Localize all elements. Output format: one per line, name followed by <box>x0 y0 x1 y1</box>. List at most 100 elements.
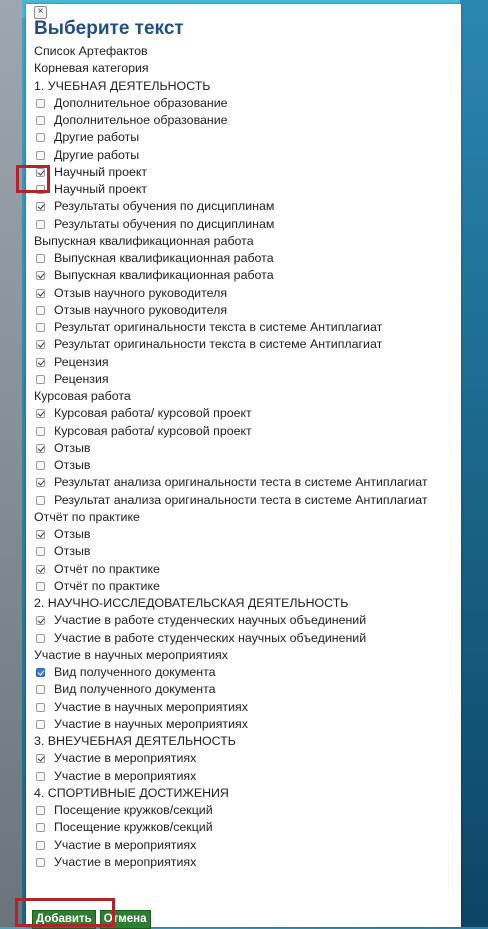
item-label: Другие работы <box>54 147 140 162</box>
list-item[interactable]: Отчёт по практике <box>34 578 459 595</box>
checkbox[interactable] <box>36 116 45 126</box>
list-item[interactable]: Участие в научных мероприятиях <box>34 716 459 733</box>
category-label: 4. СПОРТИВНЫЕ ДОСТИЖЕНИЯ <box>34 785 229 800</box>
checkbox[interactable] <box>36 219 45 229</box>
list-item[interactable]: Другие работы <box>34 147 459 164</box>
checkbox[interactable] <box>36 668 45 678</box>
checkbox[interactable] <box>36 685 45 695</box>
list-item[interactable]: Отзыв <box>34 543 459 560</box>
checkbox[interactable] <box>36 530 45 540</box>
item-label: Научный проект <box>54 164 148 179</box>
list-item[interactable]: Отчёт по практике <box>34 561 459 578</box>
checkbox[interactable] <box>36 167 45 177</box>
checkbox[interactable] <box>36 633 45 643</box>
checkbox[interactable] <box>36 357 45 367</box>
list-item[interactable]: Участие в мероприятиях <box>34 768 459 785</box>
list-item[interactable]: Дополнительное образование <box>34 112 459 129</box>
checkbox[interactable] <box>36 823 45 833</box>
list-item[interactable]: Другие работы <box>34 129 459 146</box>
checkbox[interactable] <box>36 495 45 505</box>
checkbox[interactable] <box>36 547 45 557</box>
checkbox[interactable] <box>36 254 45 264</box>
list-item[interactable]: Результаты обучения по дисциплинам <box>34 216 459 233</box>
item-label: Вид полученного документа <box>54 665 216 679</box>
checkbox[interactable] <box>36 478 45 488</box>
list-item[interactable]: Отзыв <box>34 526 459 543</box>
list-item[interactable]: Вид полученного документа <box>34 681 459 698</box>
list-item[interactable]: Участие в работе студенческих научных об… <box>34 612 459 629</box>
checkbox[interactable] <box>36 323 45 333</box>
checkbox[interactable] <box>36 271 45 281</box>
list-item[interactable]: Участие в научных мероприятиях <box>34 699 459 716</box>
cancel-button[interactable]: Отмена <box>99 910 151 929</box>
item-label: Рецензия <box>54 371 109 386</box>
background-left-panel <box>0 0 22 927</box>
list-item[interactable]: Участие в мероприятиях <box>34 837 459 854</box>
item-label: Участие в научных мероприятиях <box>54 699 248 714</box>
checkbox[interactable] <box>36 443 45 453</box>
list-item[interactable]: Курсовая работа/ курсовой проект <box>34 423 459 440</box>
checkbox[interactable] <box>36 305 45 315</box>
category-label: 3. ВНЕУЧЕБНАЯ ДЕЯТЕЛЬНОСТЬ <box>34 734 236 748</box>
checkbox[interactable] <box>36 185 45 195</box>
checkbox[interactable] <box>36 409 45 419</box>
checkbox[interactable] <box>36 564 45 574</box>
checkbox[interactable] <box>36 581 45 591</box>
list-item[interactable]: Отзыв <box>34 457 459 474</box>
item-label: Научный проект <box>54 182 148 196</box>
checkbox[interactable] <box>36 719 45 729</box>
list-item[interactable]: Выпускная квалификационная работа <box>34 250 459 267</box>
checkbox[interactable] <box>36 771 45 781</box>
list-item[interactable]: Участие в мероприятиях <box>34 750 459 767</box>
list-item[interactable]: Вид полученного документа <box>34 664 459 681</box>
checkbox[interactable] <box>36 288 45 298</box>
list-item[interactable]: Научный проект <box>34 164 459 181</box>
checkbox[interactable] <box>36 616 45 626</box>
checkbox[interactable] <box>36 461 45 471</box>
checkbox[interactable] <box>36 374 45 384</box>
list-item[interactable]: Результаты обучения по дисциплинам <box>34 198 459 215</box>
list-item[interactable]: Результат оригинальности текста в систем… <box>34 336 459 353</box>
list-item[interactable]: Отзыв научного руководителя <box>34 302 459 319</box>
item-label: Дополнительное образование <box>54 95 228 110</box>
checkbox[interactable] <box>36 754 45 764</box>
checkbox[interactable] <box>36 702 45 712</box>
item-label: Результат анализа оригинальности теста в… <box>54 492 428 507</box>
item-label: Отзыв <box>54 527 91 541</box>
category-label: Отчёт по практике <box>34 509 140 524</box>
item-label: Отчёт по практике <box>54 578 160 593</box>
list-item[interactable]: Рецензия <box>34 371 459 388</box>
item-label: Участие в мероприятиях <box>54 751 197 766</box>
list-item[interactable]: Выпускная квалификационная работа <box>34 267 459 284</box>
list-item[interactable]: Научный проект <box>34 181 459 198</box>
list-item[interactable]: Участие в работе студенческих научных об… <box>34 630 459 647</box>
add-button[interactable]: Добавить <box>32 910 96 929</box>
item-label: Дополнительное образование <box>54 113 228 127</box>
list-item[interactable]: Результат оригинальности текста в систем… <box>34 319 459 336</box>
checkbox[interactable] <box>36 840 45 850</box>
item-label: Отзыв научного руководителя <box>54 285 228 300</box>
checkbox[interactable] <box>36 340 45 350</box>
item-label: Результаты обучения по дисциплинам <box>54 216 275 231</box>
category-header: Список Артефактов <box>34 43 459 60</box>
list-item[interactable]: Рецензия <box>34 354 459 371</box>
list-item[interactable]: Результат анализа оригинальности теста в… <box>34 492 459 509</box>
category-label: 1. УЧЕБНАЯ ДЕЯТЕЛЬНОСТЬ <box>34 78 211 93</box>
checkbox[interactable] <box>36 98 45 108</box>
category-label: Участие в научных мероприятиях <box>34 647 228 662</box>
checkbox[interactable] <box>36 857 45 867</box>
checkbox[interactable] <box>36 133 45 143</box>
list-item[interactable]: Результат анализа оригинальности теста в… <box>34 474 459 491</box>
list-item[interactable]: Отзыв <box>34 440 459 457</box>
checkbox[interactable] <box>36 202 45 212</box>
list-item[interactable]: Курсовая работа/ курсовой проект <box>34 405 459 422</box>
checkbox[interactable] <box>36 806 45 816</box>
list-item[interactable]: Посещение кружков/секций <box>34 802 459 819</box>
list-item[interactable]: Участие в мероприятиях <box>34 854 459 871</box>
category-header: Участие в научных мероприятиях <box>34 647 459 664</box>
checkbox[interactable] <box>36 150 45 160</box>
list-item[interactable]: Отзыв научного руководителя <box>34 285 459 302</box>
checkbox[interactable] <box>36 426 45 436</box>
list-item[interactable]: Посещение кружков/секций <box>34 819 459 836</box>
list-item[interactable]: Дополнительное образование <box>34 95 459 112</box>
